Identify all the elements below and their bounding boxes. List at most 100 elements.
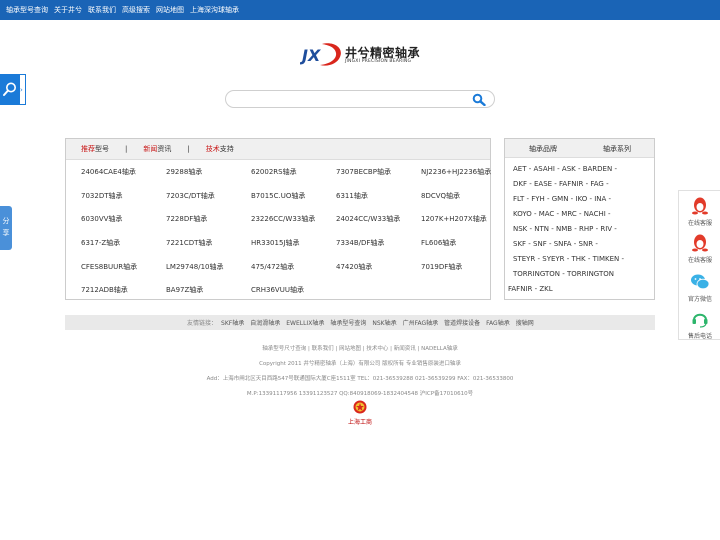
logo[interactable]: JX 井兮精密轴承 JINGXI PRECISION BEARING (300, 42, 425, 68)
nav-link-sitemap[interactable]: 网站地图 (156, 5, 184, 15)
magnifier-icon (3, 82, 16, 96)
tab-news[interactable]: 新闻资讯 (143, 144, 171, 154)
footer-contact: M.P:13391117956 13391123527 QQ:840918069… (246, 391, 474, 397)
tab-separator: | (125, 145, 128, 153)
product-link[interactable]: CRH36VUU轴承 (251, 285, 304, 295)
product-link[interactable]: 475/472轴承 (251, 262, 294, 272)
product-link[interactable]: 1207K+H207X轴承 (421, 214, 487, 224)
logo-subtitle: JINGXI PRECISION BEARING (345, 59, 412, 64)
badge-label: 上海工商 (347, 419, 372, 426)
jx-logo-icon: JX (300, 43, 341, 66)
search-input[interactable] (236, 93, 466, 105)
product-link[interactable]: 47420轴承 (336, 262, 372, 272)
chevron-right-icon: › (20, 86, 23, 94)
floating-search-tab[interactable]: › (19, 74, 26, 105)
friend-link[interactable]: SKF轴承 (221, 318, 244, 327)
brand-line[interactable]: DKF - EASE - FAFNIR - FAG - (513, 180, 609, 188)
friend-link[interactable]: FAG轴承 (486, 318, 510, 327)
footer-link[interactable]: 技术中心 (366, 346, 388, 352)
friend-link[interactable]: 广州FAG轴承 (403, 318, 439, 327)
business-license-badge[interactable]: 上海工商 (347, 400, 373, 426)
friend-link[interactable]: 自润滑轴承 (250, 318, 280, 327)
brands-panel: 轴承品牌 轴承系列 AET - ASAHI - ASK - BARDEN - D… (504, 138, 655, 300)
products-tabs: 推荐型号 | 新闻资讯 | 技术支持 (66, 139, 490, 160)
emblem-icon (353, 400, 367, 414)
brand-line[interactable]: TORRINGTON - TORRINGTON (513, 270, 614, 278)
product-link[interactable]: 7212ADB轴承 (81, 285, 128, 295)
product-link[interactable]: NJ2236+HJ2236轴承 (421, 167, 491, 177)
friend-link[interactable]: 轴承型号查询 (330, 318, 366, 327)
online-service-button[interactable]: 在线客服 (679, 230, 720, 266)
product-link[interactable]: HR33015J轴承 (251, 238, 299, 248)
product-link[interactable]: 23226CC/W33轴承 (251, 214, 315, 224)
floating-service-sidebar: 在线客服 在线客服 官方微信 售后电话 (678, 190, 720, 340)
share-tab[interactable]: 分享 (0, 206, 12, 250)
product-link[interactable]: 7019DF轴承 (421, 262, 462, 272)
product-link[interactable]: 7221CDT轴承 (166, 238, 212, 248)
product-link[interactable]: B7015C.UO轴承 (251, 191, 305, 201)
friend-link[interactable]: NSK轴承 (372, 318, 396, 327)
product-link[interactable]: 6311轴承 (336, 191, 368, 201)
logo-mark-text: JX (300, 46, 321, 65)
tab-tech-support[interactable]: 技术支持 (206, 144, 234, 154)
brand-line[interactable]: KOYO - MAC - MRC - NACHI - (513, 210, 611, 218)
product-link[interactable]: 29288轴承 (166, 167, 202, 177)
friend-link[interactable]: EWELLIX轴承 (286, 318, 324, 327)
tab-recommended-models[interactable]: 推荐型号 (81, 144, 109, 154)
product-link[interactable]: 24064CAE4轴承 (81, 167, 136, 177)
sidebar-item-label: 售后电话 (687, 333, 712, 340)
online-service-button[interactable]: 在线客服 (679, 193, 720, 229)
footer-link[interactable]: 轴承型号尺寸查询 (262, 346, 306, 352)
sidebar-item-label: 官方微信 (687, 296, 712, 303)
product-link[interactable]: LM29748/10轴承 (166, 262, 223, 272)
product-link[interactable]: 6317-Z轴承 (81, 238, 120, 248)
friend-link[interactable]: 管道焊接设备 (444, 318, 480, 327)
nav-link-model-query[interactable]: 轴承型号查询 (6, 5, 48, 15)
tab-bearing-series[interactable]: 轴承系列 (603, 144, 631, 154)
top-nav: 轴承型号查询 关于井兮 联系我们 高级搜索 网站地图 上海深沟球轴承 (0, 0, 720, 20)
footer-copyright: Copyright 2011 井兮精密轴承（上海）有限公司 版权所有 专业销售原… (259, 361, 461, 367)
nav-link-contact[interactable]: 联系我们 (88, 5, 116, 15)
nav-link-advanced-search[interactable]: 高级搜索 (122, 5, 150, 15)
footer-link[interactable]: 新闻资讯 (394, 346, 416, 352)
footer-link[interactable]: 网站地图 (339, 346, 361, 352)
product-link[interactable]: 7228DF轴承 (166, 214, 207, 224)
search-icon[interactable] (472, 93, 486, 106)
brands-tabs: 轴承品牌 轴承系列 (505, 139, 654, 158)
friend-links-bar: 友情链接： SKF轴承 自润滑轴承 EWELLIX轴承 轴承型号查询 NSK轴承… (65, 315, 655, 330)
products-panel: 推荐型号 | 新闻资讯 | 技术支持 24064CAE4轴承 29288轴承 6… (65, 138, 491, 300)
brand-line[interactable]: SKF - SNF - SNFA - SNR - (513, 240, 598, 248)
nav-link-deep-groove[interactable]: 上海深沟球轴承 (190, 5, 239, 15)
product-link[interactable]: 7307BECBP轴承 (336, 167, 391, 177)
footer-link[interactable]: NADELLA轴承 (421, 346, 458, 352)
brand-line[interactable]: FLT - FYH - GMN - IKO - INA - (513, 195, 611, 203)
product-link[interactable]: FL606轴承 (421, 238, 456, 248)
product-link[interactable]: BA97Z轴承 (166, 285, 203, 295)
product-link[interactable]: 24024CC/W33轴承 (336, 214, 400, 224)
qq-penguin-icon (692, 197, 708, 215)
qq-penguin-icon (692, 234, 708, 252)
floating-search-button[interactable]: › (0, 74, 26, 105)
friend-links-label: 友情链接： (187, 320, 218, 327)
tab-separator: | (187, 145, 190, 153)
product-link[interactable]: 7032DT轴承 (81, 191, 122, 201)
wechat-button[interactable]: 官方微信 (679, 269, 720, 305)
after-sales-phone-button[interactable]: 售后电话 (679, 306, 720, 342)
product-link[interactable]: 7203C/DT轴承 (166, 191, 215, 201)
brand-line[interactable]: NSK - NTN - NMB - RHP - RIV - (513, 225, 617, 233)
product-link[interactable]: 7334B/DF轴承 (336, 238, 384, 248)
brand-line[interactable]: AET - ASAHI - ASK - BARDEN - (513, 165, 617, 173)
friend-link[interactable]: 搜轴网 (516, 318, 534, 327)
headset-icon (692, 313, 708, 328)
product-link[interactable]: 6030VV轴承 (81, 214, 122, 224)
footer-links: 轴承型号尺寸查询 | 联系我们 | 网站地图 | 技术中心 | 新闻资讯 | N… (262, 346, 458, 352)
footer-link[interactable]: 联系我们 (312, 346, 334, 352)
nav-link-about[interactable]: 关于井兮 (54, 5, 82, 15)
brand-line[interactable]: STEYR - SYEYR - THK - TIMKEN - (513, 255, 624, 263)
product-link[interactable]: CFES8BUUR轴承 (81, 262, 137, 272)
product-link[interactable]: 62002RS轴承 (251, 167, 297, 177)
footer-address: Add：上海市闸北区天目西路547号联通国际大厦C座1511室 TEL：021-… (206, 376, 514, 382)
product-link[interactable]: 8DCVQ轴承 (421, 191, 460, 201)
tab-bearing-brands[interactable]: 轴承品牌 (529, 144, 557, 154)
brand-line[interactable]: FAFNIR - ZKL (508, 285, 553, 293)
